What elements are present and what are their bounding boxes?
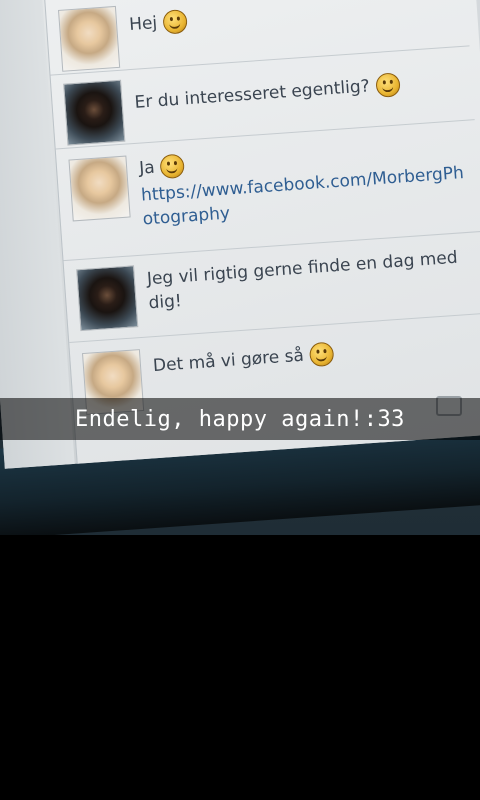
avatar: [76, 265, 139, 332]
message-text: Er du interesseret egentlig?: [133, 76, 371, 113]
smiley-icon: [309, 341, 335, 368]
message-link-continued[interactable]: otography: [142, 202, 231, 230]
smiley-icon: [162, 9, 188, 35]
message-text: Jeg vil rigtig gerne finde en dag med: [146, 247, 459, 290]
message-text: Ja: [138, 157, 156, 179]
message-text-row: Det må vi gøre så: [152, 341, 335, 379]
photo-background: Hej Er du interesseret egentlig? Ja http…: [0, 0, 480, 535]
avatar: [63, 79, 126, 146]
chat-panel: Hej Er du interesseret egentlig? Ja http…: [41, 0, 480, 464]
smiley-icon: [374, 72, 401, 98]
caption-bar: Endelig, happy again!:33: [0, 398, 480, 440]
caption-text: Endelig, happy again!:33: [75, 406, 405, 432]
message-text: Hej: [128, 13, 158, 36]
message-link[interactable]: https://www.facebook.com/MorbergPh: [140, 162, 464, 207]
message-text-row: Ja: [138, 153, 186, 181]
avatar: [68, 155, 131, 222]
message-text: Det må vi gøre så: [152, 345, 305, 377]
message-text-row: Hej: [128, 9, 188, 37]
message-text-continued: dig!: [147, 291, 183, 314]
smiley-icon: [159, 153, 186, 180]
message-text-row: Er du interesseret egentlig?: [134, 72, 401, 114]
avatar: [58, 5, 121, 72]
